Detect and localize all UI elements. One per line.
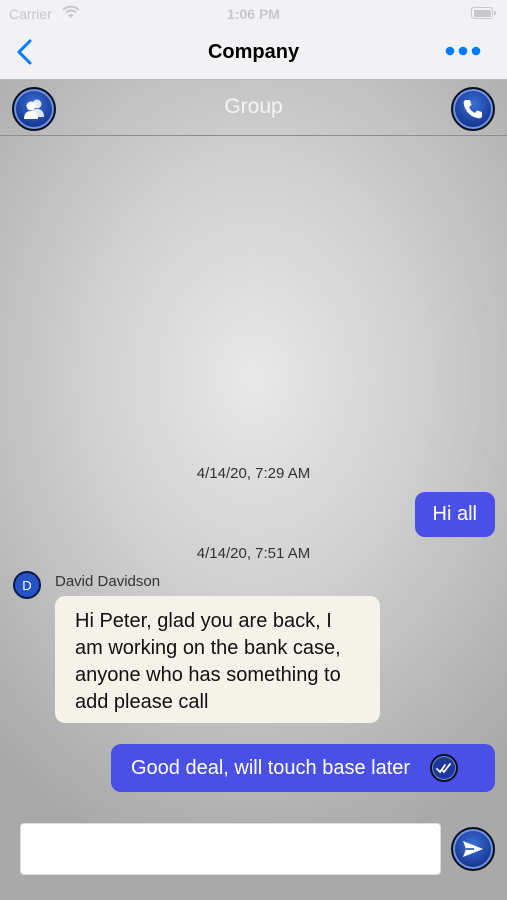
send-button[interactable]	[451, 827, 495, 871]
message-line: Hi Peter, glad you are back, I	[75, 610, 332, 632]
message-text: Good deal, will touch base later	[131, 756, 411, 779]
message-line: add please call	[75, 691, 209, 713]
message-text: Hi all	[432, 503, 477, 525]
group-bar: Group	[0, 80, 507, 136]
navigation-header: Carrier 1:06 PM Company	[0, 0, 507, 80]
message-input[interactable]	[20, 823, 441, 875]
more-options-button[interactable]	[445, 44, 481, 58]
more-dots-icon	[445, 46, 481, 56]
message-timestamp: 4/14/20, 7:29 AM	[196, 465, 311, 482]
outgoing-message[interactable]: Good deal, will touch base later	[111, 744, 495, 792]
outgoing-message[interactable]: Hi all	[414, 492, 495, 537]
call-button[interactable]	[451, 87, 495, 131]
status-time: 1:06 PM	[227, 6, 280, 22]
page-title: Company	[207, 41, 300, 63]
read-check-icon	[430, 754, 459, 782]
battery-icon	[471, 7, 496, 19]
message-timestamp: 4/14/20, 7:51 AM	[196, 545, 311, 562]
message-line: am working on the bank case,	[75, 637, 341, 659]
send-icon	[463, 841, 483, 857]
message-line: anyone who has something to	[75, 664, 341, 686]
sender-name: David Davidson	[55, 573, 161, 590]
status-bar: Carrier 1:06 PM	[0, 0, 507, 28]
group-title: Group	[224, 95, 283, 118]
incoming-message[interactable]: Hi Peter, glad you are back, I am workin…	[55, 596, 380, 723]
avatar[interactable]: D	[13, 571, 41, 599]
phone-icon	[463, 100, 482, 119]
